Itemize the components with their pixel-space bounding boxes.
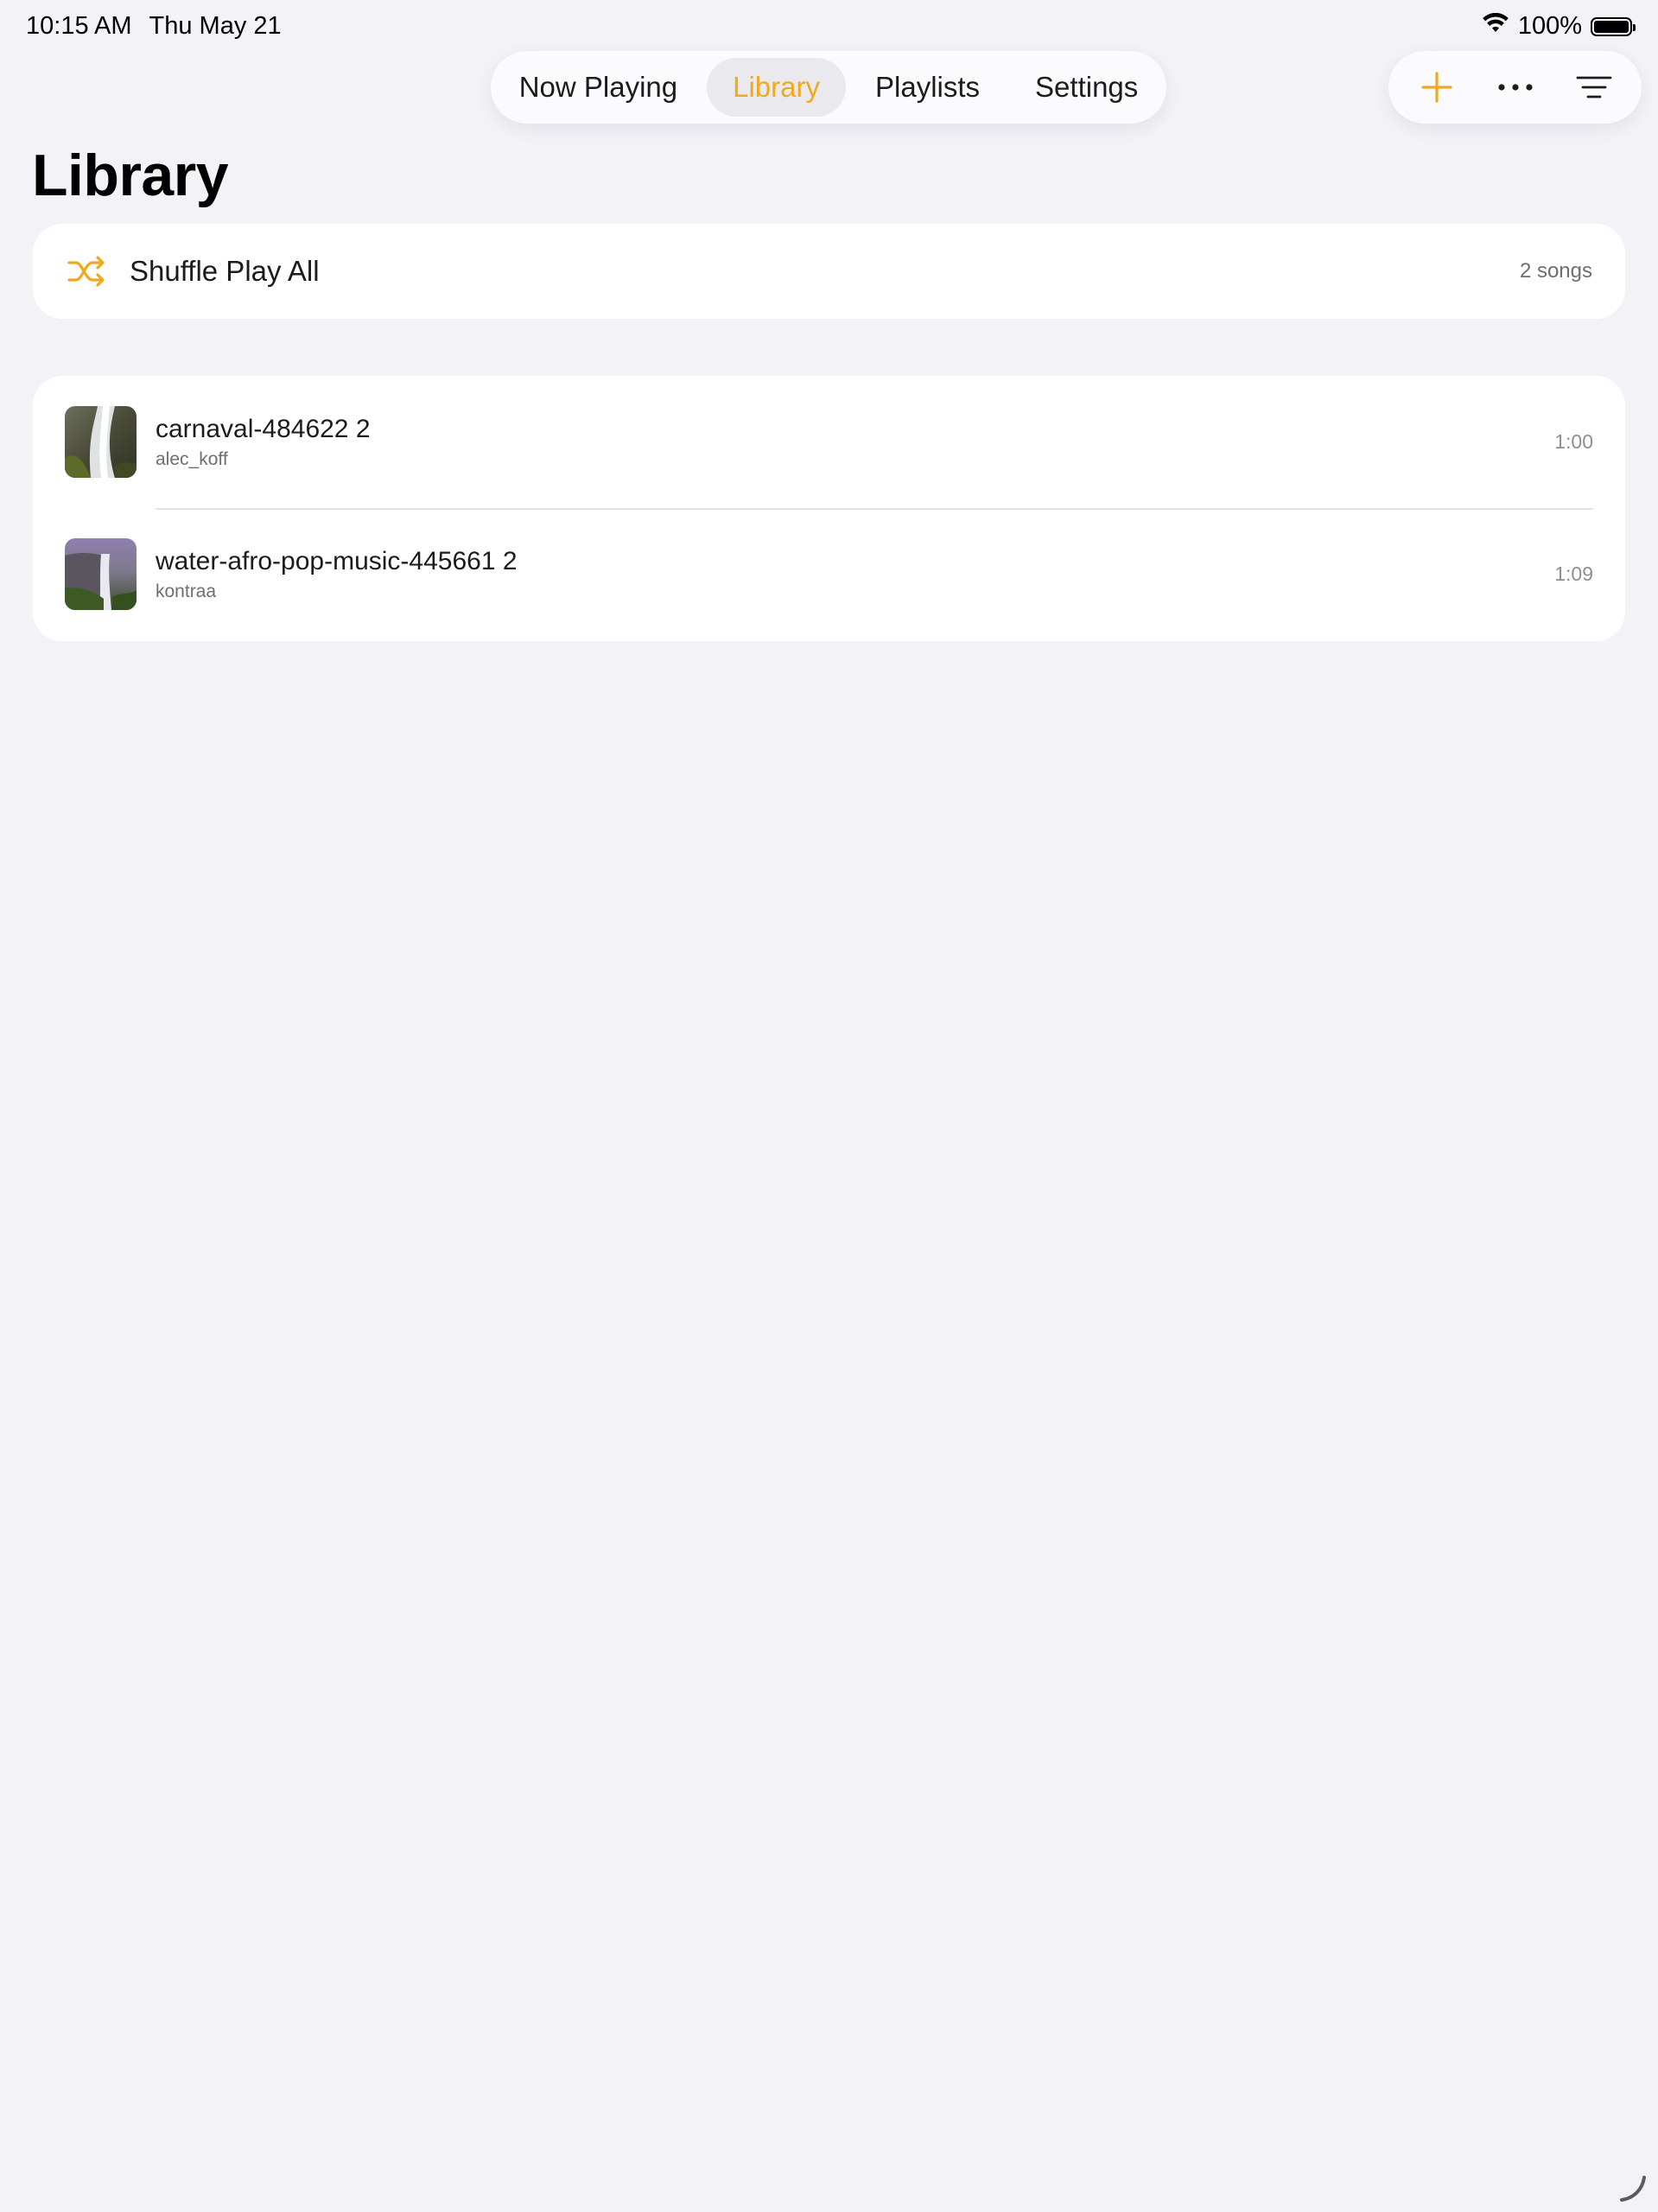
album-artwork [65,406,137,478]
song-title: carnaval-484622 2 [156,414,371,443]
battery-icon [1591,16,1636,36]
tab-library[interactable]: Library [707,58,846,117]
sort-button[interactable] [1560,57,1629,118]
song-row[interactable]: carnaval-484622 2 alec_koff 1:00 [33,376,1625,508]
toolbar-actions [1388,51,1642,124]
song-count: 2 songs [1519,259,1592,283]
song-duration: 1:00 [1554,430,1593,453]
song-row[interactable]: water-afro-pop-music-445661 2 kontraa 1:… [33,508,1625,640]
album-artwork [65,538,137,610]
shuffle-label: Shuffle Play All [130,255,320,287]
add-button[interactable] [1402,57,1471,118]
page-title: Library [32,143,229,208]
status-bar: 10:15 AM Thu May 21 100% [0,0,1658,52]
tab-now-playing[interactable]: Now Playing [493,58,703,117]
status-right: 100% [1482,12,1636,41]
shuffle-play-all-button[interactable]: Shuffle Play All 2 songs [33,224,1625,319]
status-date: Thu May 21 [149,12,282,40]
wifi-icon [1482,12,1509,41]
song-artist: kontraa [156,581,217,601]
tab-settings[interactable]: Settings [1009,58,1164,117]
ellipsis-icon [1497,84,1533,91]
sort-lines-icon [1576,76,1611,99]
resize-grip-icon[interactable] [1617,2171,1651,2205]
tab-playlists[interactable]: Playlists [849,58,1006,117]
status-left: 10:15 AM Thu May 21 [26,12,282,41]
song-text: water-afro-pop-music-445661 2 kontraa [156,545,518,604]
more-button[interactable] [1481,57,1550,118]
song-text: carnaval-484622 2 alec_koff [156,413,371,472]
plus-icon [1420,72,1452,103]
battery-percent: 100% [1517,12,1582,40]
song-title: water-afro-pop-music-445661 2 [156,546,518,575]
song-artist: alec_koff [156,448,228,469]
song-list: carnaval-484622 2 alec_koff 1:00 water-a… [33,376,1625,641]
shuffle-icon [66,251,107,292]
tab-bar: Now Playing Library Playlists Settings [491,51,1166,124]
status-time: 10:15 AM [26,12,132,40]
song-duration: 1:09 [1554,563,1593,585]
